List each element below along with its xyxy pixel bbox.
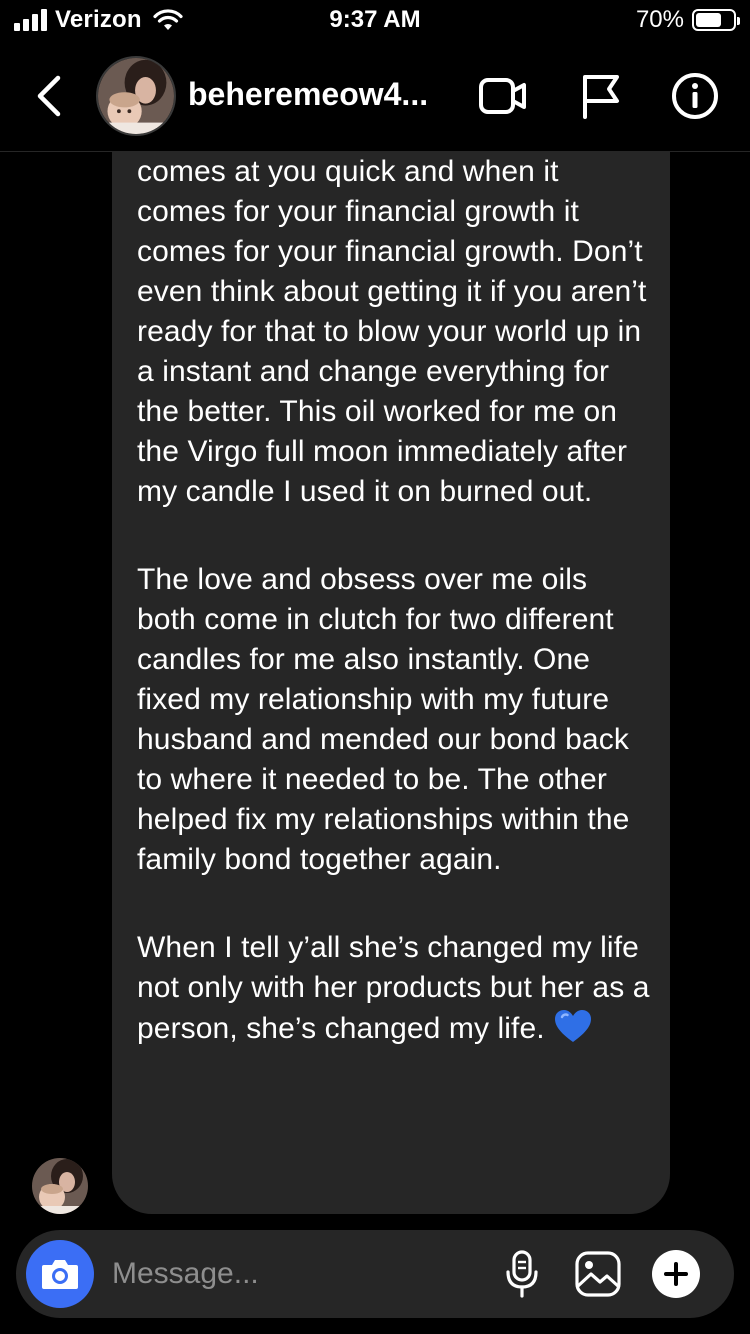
gallery-icon (575, 1251, 621, 1297)
message-composer (16, 1230, 734, 1318)
gallery-button[interactable] (572, 1248, 624, 1300)
message-paragraph: The love and obsess over me oils both co… (137, 563, 630, 876)
info-button[interactable] (668, 72, 722, 120)
video-call-button[interactable] (476, 72, 530, 120)
avatar-photo (98, 58, 174, 134)
flag-icon (583, 75, 619, 119)
status-right: 70% (635, 6, 740, 34)
chat-header: beheremeow4... (0, 40, 750, 152)
microphone-icon (506, 1250, 538, 1298)
camera-button[interactable] (26, 1240, 94, 1308)
voice-message-button[interactable] (496, 1248, 548, 1300)
message-paragraph-last: When I tell y’all she’s changed my life … (137, 928, 650, 1049)
sender-avatar-photo (32, 1158, 88, 1214)
battery-icon (692, 9, 740, 31)
chat-username[interactable]: beheremeow4... (188, 76, 458, 113)
back-button[interactable] (24, 70, 72, 122)
battery-percent: 70% (635, 6, 684, 33)
plus-icon (664, 1262, 688, 1286)
message-text: comes at you quick and when it comes for… (137, 152, 650, 1049)
status-bar: Verizon 9:37 AM 70% (0, 0, 750, 40)
message-bubble[interactable]: comes at you quick and when it comes for… (112, 152, 670, 1214)
battery-level (696, 13, 722, 27)
message-input[interactable] (112, 1252, 472, 1296)
message-paragraph: comes at you quick and when it comes for… (137, 155, 647, 508)
report-button[interactable] (574, 72, 628, 120)
sender-avatar[interactable] (32, 1158, 88, 1214)
video-call-icon (479, 78, 526, 114)
message-thread[interactable]: comes at you quick and when it comes for… (0, 152, 750, 1230)
profile-avatar[interactable] (96, 56, 176, 136)
back-chevron-icon (37, 75, 61, 117)
more-options-button[interactable] (652, 1250, 700, 1298)
blue-heart-icon (554, 1010, 591, 1042)
info-icon (672, 73, 718, 119)
camera-icon (42, 1260, 78, 1289)
